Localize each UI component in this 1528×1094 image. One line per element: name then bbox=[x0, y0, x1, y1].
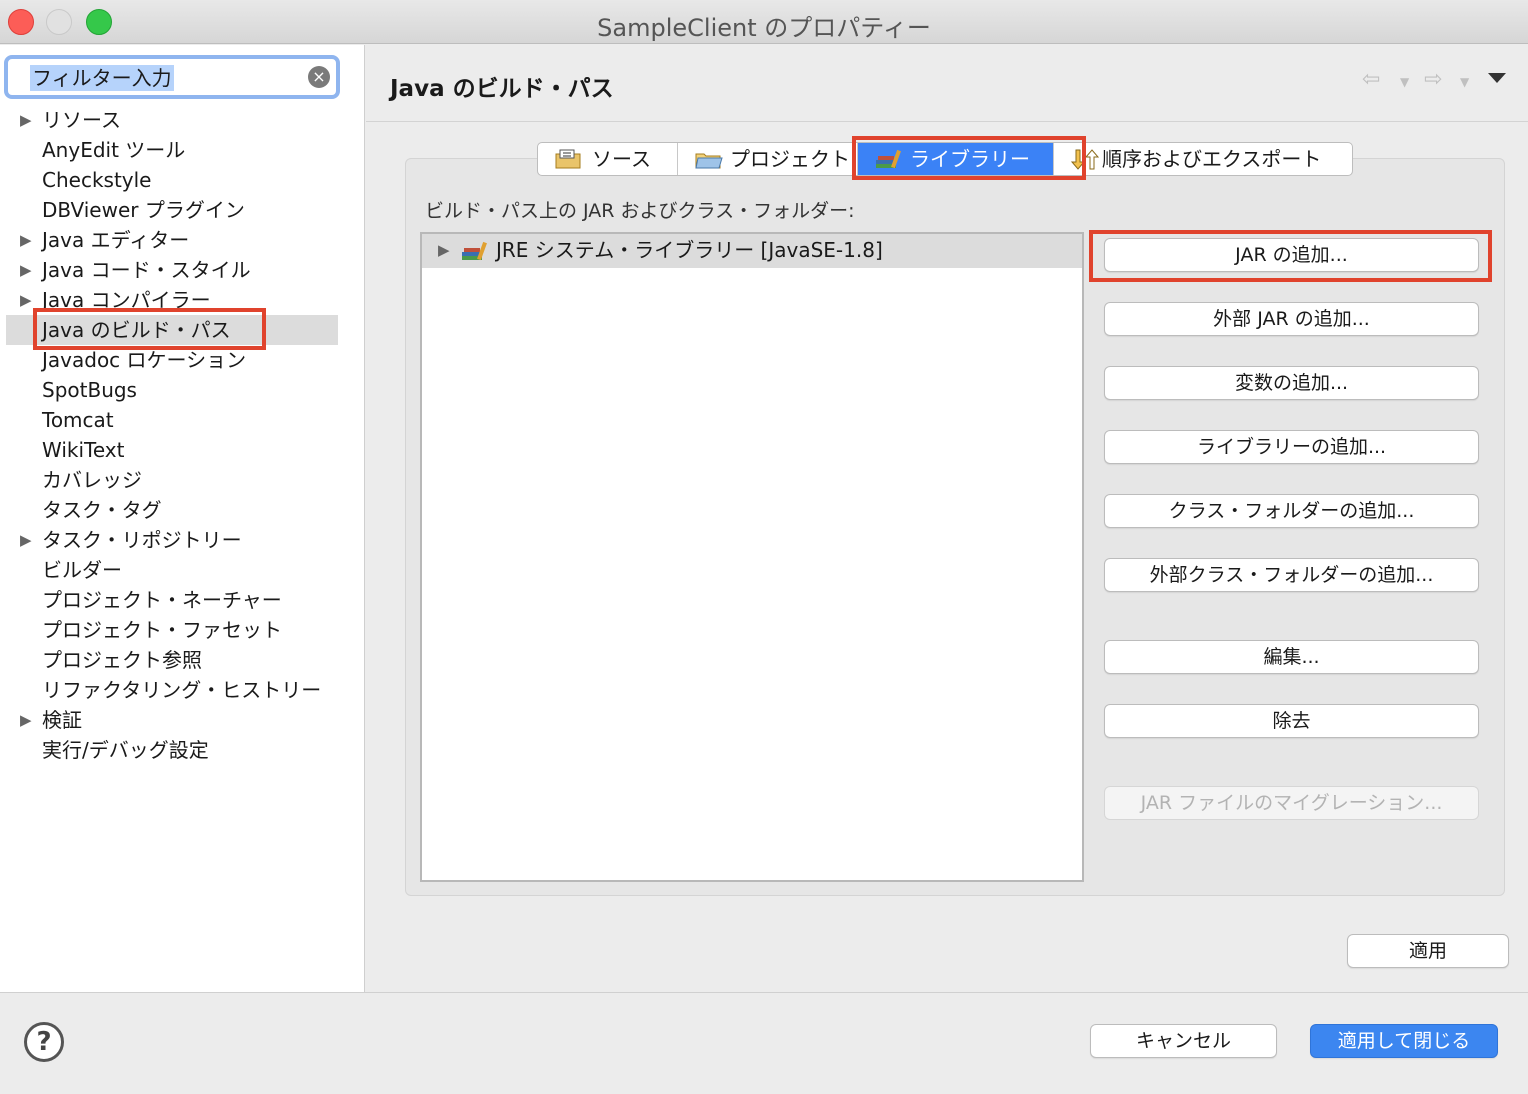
list-item[interactable]: ▶ JRE システム・ライブラリー [JavaSE-1.8] bbox=[422, 234, 1082, 268]
tree-item-label: Tomcat bbox=[42, 408, 114, 432]
bottom-separator bbox=[0, 992, 1528, 993]
forward-arrow-icon[interactable]: ⇨ bbox=[1424, 67, 1442, 92]
tree-item[interactable]: リファクタリング・ヒストリー bbox=[0, 675, 365, 705]
apply-button[interactable]: 適用 bbox=[1347, 934, 1509, 968]
category-pane: フィルター入力 × ▶ リソース AnyEdit ツール Checkstyle DBVi… bbox=[0, 45, 365, 992]
tree-highlight-box bbox=[33, 308, 266, 350]
expand-arrow-icon[interactable]: ▶ bbox=[438, 234, 450, 266]
tab-source-label: ソース bbox=[592, 147, 651, 171]
tree-item-label: 実行/デバッグ設定 bbox=[42, 738, 209, 762]
tree-item[interactable]: WikiText bbox=[0, 435, 365, 465]
title-bar: SampleClient のプロパティー bbox=[0, 0, 1528, 44]
add-class-folder-button[interactable]: クラス・フォルダーの追加... bbox=[1104, 494, 1479, 528]
tab-order-export-label: 順序およびエクスポート bbox=[1102, 147, 1322, 171]
tab-highlight-box bbox=[852, 136, 1086, 180]
tree-item[interactable]: プロジェクト・ファセット bbox=[0, 615, 365, 645]
tree-item-label: Java コード・スタイル bbox=[42, 258, 251, 282]
expand-arrow-icon[interactable]: ▶ bbox=[20, 285, 32, 315]
tree-item[interactable]: ▶ Java エディター bbox=[0, 225, 365, 255]
expand-arrow-icon[interactable]: ▶ bbox=[20, 525, 32, 555]
expand-arrow-icon[interactable]: ▶ bbox=[20, 255, 32, 285]
add-library-button[interactable]: ライブラリーの追加... bbox=[1104, 430, 1479, 464]
tab-order-export[interactable]: 順序およびエクスポート bbox=[1054, 143, 1352, 175]
tree-item-label: プロジェクト・ネーチャー bbox=[42, 588, 282, 612]
help-icon[interactable]: ? bbox=[24, 1022, 64, 1062]
clear-icon[interactable]: × bbox=[308, 66, 330, 88]
tree-item[interactable]: タスク・タグ bbox=[0, 495, 365, 525]
tree-item-label: 検証 bbox=[42, 708, 82, 732]
tree-item[interactable]: ビルダー bbox=[0, 555, 365, 585]
tree-item-label: プロジェクト・ファセット bbox=[42, 618, 282, 642]
view-menu-icon[interactable] bbox=[1488, 73, 1506, 83]
tree-item[interactable]: プロジェクト参照 bbox=[0, 645, 365, 675]
tree-item[interactable]: プロジェクト・ネーチャー bbox=[0, 585, 365, 615]
expand-arrow-icon[interactable]: ▶ bbox=[20, 105, 32, 135]
source-folder-icon bbox=[555, 149, 581, 169]
tree-item[interactable]: カバレッジ bbox=[0, 465, 365, 495]
tree-item-label: カバレッジ bbox=[42, 468, 142, 492]
tree-item[interactable]: AnyEdit ツール bbox=[0, 135, 365, 165]
project-folder-icon bbox=[695, 153, 723, 169]
filter-input[interactable]: フィルター入力 bbox=[30, 65, 174, 91]
library-list[interactable]: ▶ JRE システム・ライブラリー [JavaSE-1.8] bbox=[420, 232, 1084, 882]
tree-item-label: WikiText bbox=[42, 438, 125, 462]
tree-item-label: DBViewer プラグイン bbox=[42, 198, 245, 222]
back-arrow-icon[interactable]: ⇦ bbox=[1362, 67, 1380, 92]
tree-item[interactable]: 実行/デバッグ設定 bbox=[0, 735, 365, 765]
tree-item-label: プロジェクト参照 bbox=[42, 648, 202, 672]
tab-projects[interactable]: プロジェクト bbox=[678, 143, 858, 175]
tree-item-label: AnyEdit ツール bbox=[42, 138, 186, 162]
tree-item[interactable]: SpotBugs bbox=[0, 375, 365, 405]
list-item-label: JRE システム・ライブラリー [JavaSE-1.8] bbox=[496, 238, 883, 262]
expand-arrow-icon[interactable]: ▶ bbox=[20, 705, 32, 735]
tree-item[interactable]: DBViewer プラグイン bbox=[0, 195, 365, 225]
add-variable-button[interactable]: 変数の追加... bbox=[1104, 366, 1479, 400]
page-header: Java のビルド・パス ⇦ ▼ ⇨ ▼ bbox=[366, 45, 1528, 122]
add-external-jar-button[interactable]: 外部 JAR の追加... bbox=[1104, 302, 1479, 336]
tree-item-label: タスク・リポジトリー bbox=[42, 528, 242, 552]
tree-item[interactable]: ▶ 検証 bbox=[0, 705, 365, 735]
tree-item-label: Java エディター bbox=[42, 228, 190, 252]
page-title: Java のビルド・パス bbox=[390, 76, 614, 102]
library-list-caption: ビルド・パス上の JAR およびクラス・フォルダー: bbox=[425, 200, 855, 222]
migrate-jar-button[interactable]: JAR ファイルのマイグレーション... bbox=[1104, 786, 1479, 820]
remove-button[interactable]: 除去 bbox=[1104, 704, 1479, 738]
tree-item-label: Javadoc ロケーション bbox=[42, 348, 247, 372]
jre-library-icon bbox=[462, 241, 487, 261]
filter-field[interactable]: フィルター入力 × bbox=[4, 55, 340, 99]
tree-item[interactable]: ▶ リソース bbox=[0, 105, 365, 135]
tree-item-label: ビルダー bbox=[42, 558, 122, 582]
tree-item-label: リソース bbox=[42, 108, 121, 132]
expand-arrow-icon[interactable]: ▶ bbox=[20, 225, 32, 255]
forward-dropdown-icon[interactable]: ▼ bbox=[1460, 75, 1469, 89]
cancel-button[interactable]: キャンセル bbox=[1090, 1024, 1277, 1058]
tree-item-label: タスク・タグ bbox=[42, 498, 162, 522]
apply-close-button[interactable]: 適用して閉じる bbox=[1310, 1024, 1498, 1058]
tree-item[interactable]: ▶ Java コード・スタイル bbox=[0, 255, 365, 285]
window-title: SampleClient のプロパティー bbox=[597, 14, 931, 42]
edit-button[interactable]: 編集... bbox=[1104, 640, 1479, 674]
tree-item[interactable]: Tomcat bbox=[0, 405, 365, 435]
tree-item-label: リファクタリング・ヒストリー bbox=[42, 678, 322, 702]
tree-item[interactable]: ▶ タスク・リポジトリー bbox=[0, 525, 365, 555]
category-tree: ▶ リソース AnyEdit ツール Checkstyle DBViewer プラグイン… bbox=[0, 105, 365, 765]
tree-item-label: Checkstyle bbox=[42, 168, 152, 192]
tab-source[interactable]: ソース bbox=[538, 143, 678, 175]
back-dropdown-icon[interactable]: ▼ bbox=[1400, 75, 1409, 89]
tree-item-label: SpotBugs bbox=[42, 378, 137, 402]
tab-projects-label: プロジェクト bbox=[730, 147, 850, 171]
tree-item[interactable]: Checkstyle bbox=[0, 165, 365, 195]
add-jar-button[interactable]: JAR の追加... bbox=[1104, 238, 1479, 272]
add-external-class-folder-button[interactable]: 外部クラス・フォルダーの追加... bbox=[1104, 558, 1479, 592]
